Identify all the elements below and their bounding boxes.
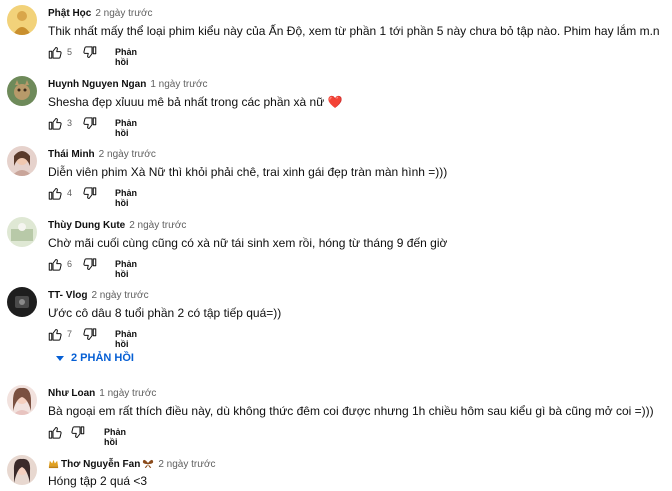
reply-button[interactable]: Phản hồi <box>115 118 137 138</box>
comment-text-body: Shesha đẹp xỉuuu mê bả nhất trong các ph… <box>48 95 325 109</box>
thumbs-up-icon <box>48 47 62 59</box>
avatar[interactable] <box>7 385 37 415</box>
timestamp[interactable]: 1 ngày trước <box>99 388 156 399</box>
timestamp[interactable]: 2 ngày trước <box>95 8 152 19</box>
timestamp[interactable]: 2 ngày trước <box>91 290 148 301</box>
author-name[interactable]: Huynh Nguyen Ngan <box>48 79 146 90</box>
dislike-button[interactable] <box>82 45 97 60</box>
avatar[interactable] <box>7 287 37 317</box>
thumbs-up-icon <box>48 188 62 200</box>
avatar[interactable] <box>7 146 37 176</box>
view-replies-label: 2 PHẢN HỒI <box>71 352 134 364</box>
avatar[interactable] <box>7 217 37 247</box>
like-button[interactable] <box>48 425 63 440</box>
comment-text: Bà ngoại em rất thích điều này, dù không… <box>48 404 654 418</box>
reply-button[interactable]: Phản hồi <box>104 427 126 447</box>
thumbs-down-icon <box>83 258 97 270</box>
like-count: 6 <box>67 259 73 269</box>
avatar[interactable] <box>7 76 37 106</box>
timestamp[interactable]: 1 ngày trước <box>150 79 207 90</box>
reply-button[interactable]: Phản hồi <box>115 259 137 279</box>
comment-text: Diễn viên phim Xà Nữ thì khỏi phải chê, … <box>48 165 448 179</box>
thumbs-down-icon <box>83 328 97 340</box>
caret-down-icon <box>56 356 64 361</box>
author-name[interactable]: Thùy Dung Kute <box>48 220 125 231</box>
thumbs-up-icon <box>48 329 62 341</box>
crown-icon <box>48 458 59 472</box>
thumbs-up-icon <box>48 427 62 439</box>
like-button[interactable] <box>48 116 63 131</box>
author-name[interactable]: TT- Vlog <box>48 290 87 301</box>
comment-text: Shesha đẹp xỉuuu mê bả nhất trong các ph… <box>48 95 343 109</box>
reply-button[interactable]: Phản hồi <box>115 47 137 67</box>
author-name[interactable]: Như Loan <box>48 388 95 399</box>
timestamp[interactable]: 2 ngày trước <box>158 459 215 470</box>
comment-meta: TT- Vlog 2 ngày trước <box>48 290 149 301</box>
like-button[interactable] <box>48 257 63 272</box>
author-name[interactable]: Thơ Nguyễn Fan <box>61 459 140 470</box>
reply-button[interactable]: Phản hồi <box>115 329 137 349</box>
like-button[interactable] <box>48 327 63 342</box>
like-count: 3 <box>67 118 73 128</box>
dislike-button[interactable] <box>82 186 97 201</box>
dislike-button[interactable] <box>70 425 85 440</box>
like-count: 5 <box>67 47 73 57</box>
comment-meta: Thái Minh 2 ngày trước <box>48 149 156 160</box>
butterfly-icon <box>142 458 154 472</box>
heart-emoji: ❤️ <box>327 95 343 109</box>
like-button[interactable] <box>48 45 63 60</box>
thumbs-down-icon <box>71 426 85 438</box>
dislike-button[interactable] <box>82 116 97 131</box>
dislike-button[interactable] <box>82 257 97 272</box>
thumbs-down-icon <box>83 46 97 58</box>
thumbs-down-icon <box>83 117 97 129</box>
thumbs-up-icon <box>48 118 62 130</box>
reply-button[interactable]: Phản hồi <box>115 188 137 208</box>
avatar[interactable] <box>7 5 37 35</box>
comment-meta: Phật Học 2 ngày trước <box>48 8 153 19</box>
timestamp[interactable]: 2 ngày trước <box>99 149 156 160</box>
comment-text: Thik nhất mấy thể loại phim kiểu này của… <box>48 24 660 38</box>
like-button[interactable] <box>48 186 63 201</box>
author-name[interactable]: Phật Học <box>48 8 91 19</box>
comment-meta: Thùy Dung Kute 2 ngày trước <box>48 220 186 231</box>
comment-meta: Thơ Nguyễn Fan 2 ngày trước <box>48 458 216 472</box>
dislike-button[interactable] <box>82 327 97 342</box>
like-count: 7 <box>67 329 73 339</box>
avatar[interactable] <box>7 455 37 485</box>
thumbs-up-icon <box>48 259 62 271</box>
comment-meta: Như Loan 1 ngày trước <box>48 388 156 399</box>
comment-meta: Huynh Nguyen Ngan 1 ngày trước <box>48 79 208 90</box>
comment-text: Ước cô dâu 8 tuổi phần 2 có tập tiếp quá… <box>48 306 282 320</box>
like-count: 4 <box>67 188 73 198</box>
timestamp[interactable]: 2 ngày trước <box>129 220 186 231</box>
comment-text: Hóng tập 2 quá <3 <box>48 474 148 488</box>
view-replies-button[interactable]: 2 PHẢN HỒI <box>55 352 134 364</box>
thumbs-down-icon <box>83 187 97 199</box>
comment-text: Chờ mãi cuối cùng cũng có xà nữ tái sinh… <box>48 236 448 250</box>
author-name[interactable]: Thái Minh <box>48 149 95 160</box>
